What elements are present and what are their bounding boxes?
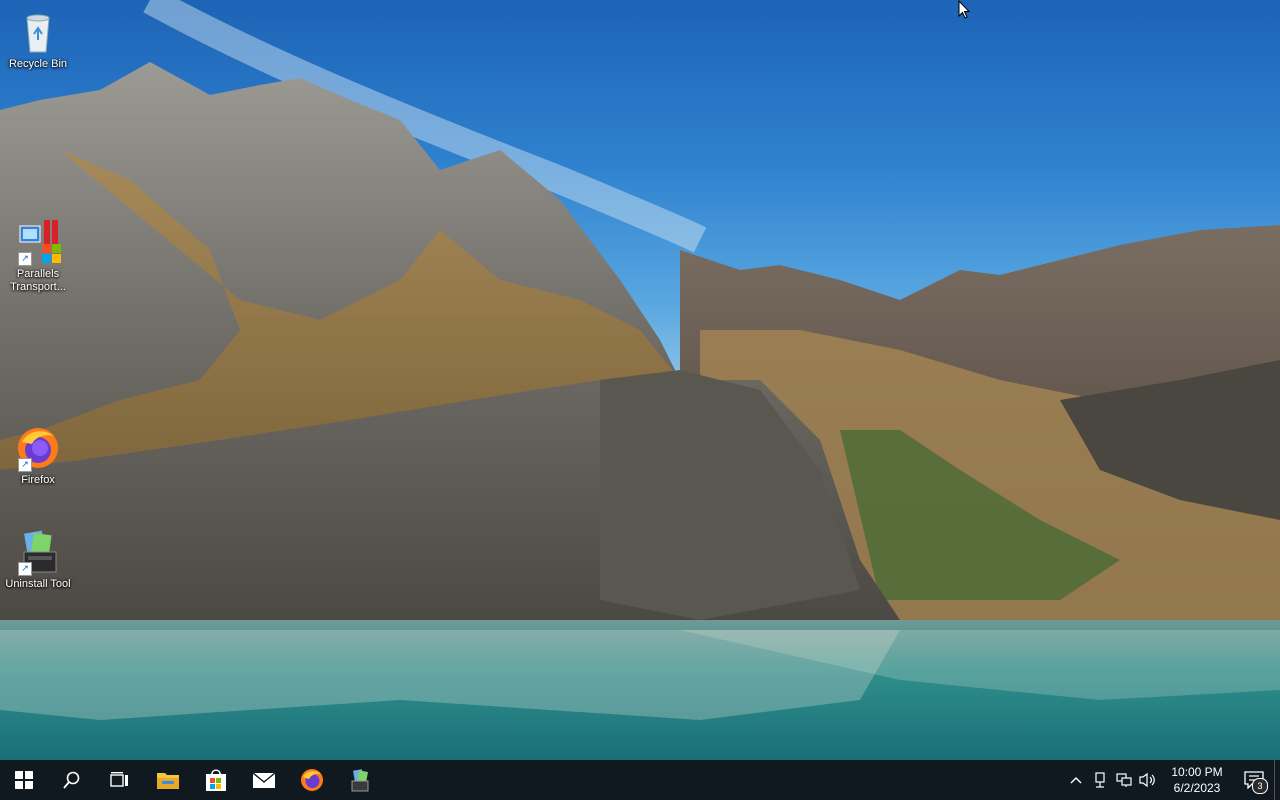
taskbar: 10:00 PM 6/2/2023 3 (0, 760, 1280, 800)
uninstall-tool-label: Uninstall Tool (5, 578, 71, 590)
firefox-icon: ↗ (14, 424, 62, 472)
volume-button[interactable] (1136, 760, 1160, 800)
search-button[interactable] (48, 760, 96, 800)
firefox-icon (301, 769, 323, 791)
desktop-icon-uninstall-tool[interactable]: ↗ Uninstall Tool (0, 528, 76, 591)
start-icon (15, 771, 33, 789)
speaker-icon (1139, 772, 1155, 788)
clock-time: 10:00 PM (1171, 765, 1223, 779)
chevron-up-icon (1070, 777, 1082, 784)
recycle-bin-icon (14, 8, 62, 56)
shortcut-arrow-icon: ↗ (18, 458, 32, 472)
uninstall-tool-taskbar-button[interactable] (336, 760, 384, 800)
firefox-label: Firefox (21, 474, 55, 486)
shortcut-arrow-icon: ↗ (18, 252, 32, 266)
wallpaper-mountain-lake (0, 0, 1280, 760)
desktop[interactable]: Recycle Bin ↗ Parallels Transport... ↗ F… (0, 0, 1280, 760)
clock-date: 6/2/2023 (1173, 781, 1221, 795)
start-button[interactable] (0, 760, 48, 800)
desktop-icon-firefox[interactable]: ↗ Firefox (0, 424, 76, 487)
uninstall-tool-icon (351, 769, 369, 792)
notification-count-badge: 3 (1252, 778, 1268, 794)
action-center-button[interactable]: 3 (1234, 760, 1274, 800)
network-icon (1116, 773, 1132, 787)
usb-device-icon (1095, 772, 1105, 788)
file-explorer-button[interactable] (144, 760, 192, 800)
shortcut-arrow-icon: ↗ (18, 562, 32, 576)
device-tray-button[interactable] (1088, 760, 1112, 800)
network-button[interactable] (1112, 760, 1136, 800)
show-desktop-button[interactable] (1274, 760, 1280, 800)
search-icon (63, 771, 80, 789)
parallels-transporter-label: Parallels Transport... (10, 268, 66, 293)
system-tray: 10:00 PM 6/2/2023 3 (1064, 760, 1280, 800)
mouse-cursor (958, 0, 971, 25)
desktop-icon-recycle-bin[interactable]: Recycle Bin (0, 8, 76, 71)
desktop-icon-parallels-transporter[interactable]: ↗ Parallels Transport... (0, 218, 76, 294)
microsoft-store-button[interactable] (192, 760, 240, 800)
mail-icon (252, 772, 276, 788)
mail-button[interactable] (240, 760, 288, 800)
uninstall-tool-icon: ↗ (14, 528, 62, 576)
parallels-transporter-icon: ↗ (14, 218, 62, 266)
clock[interactable]: 10:00 PM 6/2/2023 (1160, 764, 1234, 796)
recycle-bin-label: Recycle Bin (8, 58, 68, 70)
show-hidden-icons-button[interactable] (1064, 760, 1088, 800)
firefox-taskbar-button[interactable] (288, 760, 336, 800)
task-view-icon (110, 772, 128, 787)
task-view-button[interactable] (96, 760, 144, 800)
file-explorer-icon (157, 773, 179, 789)
microsoft-store-icon (206, 769, 226, 791)
